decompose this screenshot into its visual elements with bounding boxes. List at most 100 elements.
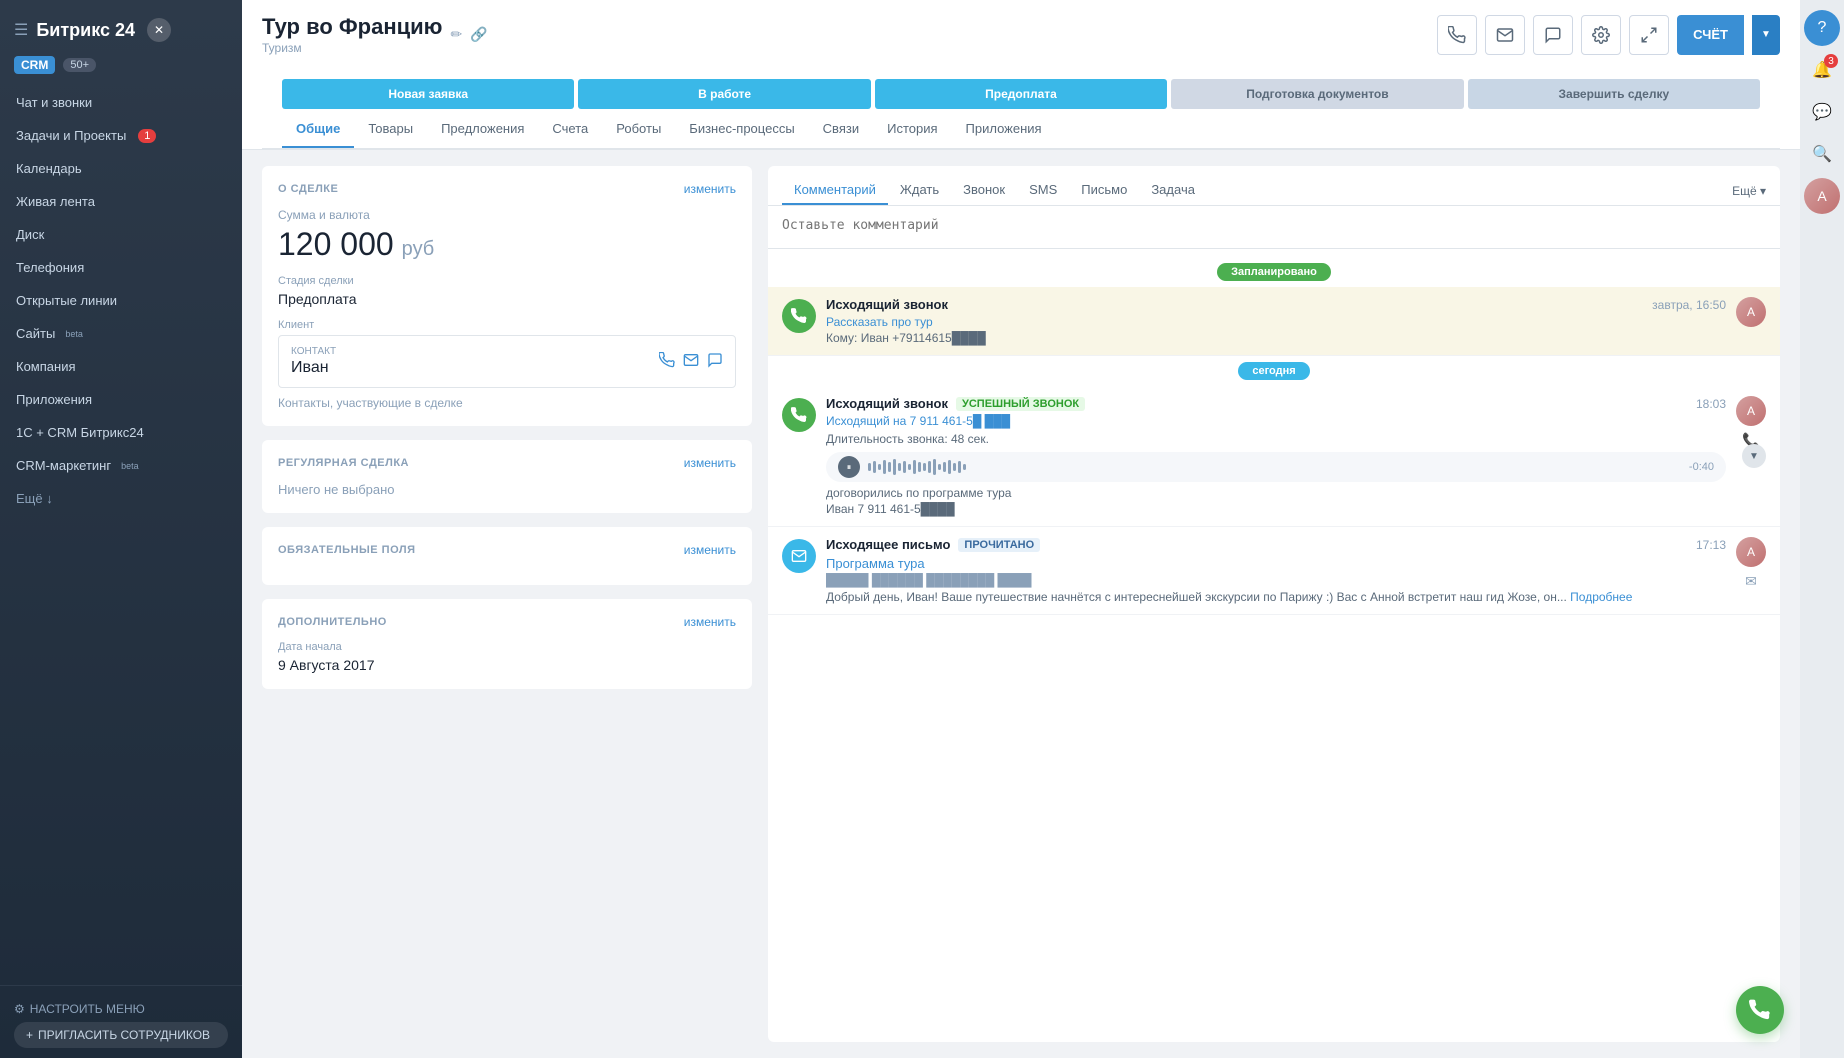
- settings-action-button[interactable]: [1581, 15, 1621, 55]
- rail-search-button[interactable]: 🔍: [1804, 136, 1840, 172]
- search-icon: 🔍: [1812, 144, 1832, 164]
- client-chat-icon[interactable]: [707, 352, 723, 371]
- stage-new[interactable]: Новая заявка: [282, 79, 574, 109]
- tab-products[interactable]: Товары: [354, 111, 427, 148]
- rail-help-button[interactable]: ?: [1804, 10, 1840, 46]
- stage-docs[interactable]: Подготовка документов: [1171, 79, 1463, 109]
- wave-bar: [923, 463, 926, 471]
- wave-bar: [943, 462, 946, 472]
- act-tab-wait[interactable]: Ждать: [888, 176, 951, 205]
- future-call-link[interactable]: Рассказать про тур: [826, 315, 1726, 329]
- question-icon: ?: [1818, 19, 1827, 37]
- additional-edit-link[interactable]: изменить: [684, 615, 736, 629]
- stage-close[interactable]: Завершить сделку: [1468, 79, 1760, 109]
- page-header: Тур во Францию Туризм ✏ 🔗: [242, 0, 1800, 150]
- sidebar-item-1c-crm[interactable]: 1С + CRM Битрикс24: [0, 416, 242, 449]
- chat-label: Чат и звонки: [16, 95, 92, 110]
- client-phone-icon[interactable]: [659, 352, 675, 371]
- stage-label: Стадия сделки: [278, 275, 736, 287]
- chat-action-button[interactable]: [1533, 15, 1573, 55]
- wave-bar: [918, 462, 921, 472]
- email-action-button[interactable]: [1485, 15, 1525, 55]
- right-panel: Комментарий Ждать Звонок SMS Письмо Зада…: [768, 166, 1780, 1042]
- tab-connections[interactable]: Связи: [809, 111, 873, 148]
- sidebar-item-disk[interactable]: Диск: [0, 218, 242, 251]
- act-tab-sms[interactable]: SMS: [1017, 176, 1069, 205]
- activity-tabs: Комментарий Ждать Звонок SMS Письмо Зада…: [768, 166, 1780, 206]
- sidebar-item-chat[interactable]: Чат и звонки: [0, 86, 242, 119]
- future-call-time: завтра, 16:50: [1652, 298, 1726, 312]
- phone-icon: [1448, 26, 1466, 44]
- expand-action-button[interactable]: [1629, 15, 1669, 55]
- schet-arrow-button[interactable]: ▼: [1752, 15, 1780, 55]
- sidebar-item-live-feed[interactable]: Живая лента: [0, 185, 242, 218]
- sidebar-item-open-lines[interactable]: Открытые линии: [0, 284, 242, 317]
- configure-menu-button[interactable]: ⚙ НАСТРОИТЬ МЕНЮ: [14, 996, 228, 1022]
- wave-bar: [913, 460, 916, 474]
- stage-inwork[interactable]: В работе: [578, 79, 870, 109]
- sidebar-item-sites[interactable]: Сайты beta: [0, 317, 242, 350]
- crm-badge[interactable]: CRM: [14, 56, 55, 74]
- wave-bar: [888, 462, 891, 472]
- act-tab-task[interactable]: Задача: [1139, 176, 1207, 205]
- mail-more-link[interactable]: Подробнее: [1570, 590, 1632, 604]
- tab-general[interactable]: Общие: [282, 111, 354, 148]
- outgoing-call-duration: Длительность звонка: 48 сек.: [826, 432, 1726, 446]
- schet-button[interactable]: СЧЁТ: [1677, 15, 1744, 55]
- right-rail: ? 🔔 3 💬 🔍 А: [1800, 0, 1844, 1058]
- user-avatar[interactable]: А: [1804, 178, 1840, 214]
- act-tab-more[interactable]: Ещё ▾: [1732, 184, 1766, 198]
- regular-edit-link[interactable]: изменить: [684, 456, 736, 470]
- sidebar-item-telephony[interactable]: Телефония: [0, 251, 242, 284]
- sidebar-item-company[interactable]: Компания: [0, 350, 242, 383]
- act-tab-call[interactable]: Звонок: [951, 176, 1017, 205]
- green-phone-fab[interactable]: [1736, 986, 1784, 1034]
- wave-bar: [928, 461, 931, 473]
- title-edit-icon[interactable]: ✏: [450, 26, 462, 43]
- client-email-icon[interactable]: [683, 352, 699, 371]
- sidebar-item-apps[interactable]: Приложения: [0, 383, 242, 416]
- tab-invoices[interactable]: Счета: [538, 111, 602, 148]
- mail-action-icon[interactable]: ✉: [1745, 573, 1757, 590]
- contacts-link[interactable]: Контакты, участвующие в сделке: [278, 396, 736, 410]
- amount-label: Сумма и валюта: [278, 208, 736, 222]
- required-edit-link[interactable]: изменить: [684, 543, 736, 557]
- rail-notifications-button[interactable]: 🔔 3: [1804, 52, 1840, 88]
- mail-body-text: Добрый день, Иван! Ваше путешествие начн…: [826, 590, 1567, 604]
- outgoing-mail-icon: [782, 539, 816, 573]
- comment-input[interactable]: [782, 218, 1766, 233]
- act-tab-letter[interactable]: Письмо: [1069, 176, 1139, 205]
- tab-business-processes[interactable]: Бизнес-процессы: [675, 111, 808, 148]
- tab-applications[interactable]: Приложения: [952, 111, 1056, 148]
- tab-history[interactable]: История: [873, 111, 951, 148]
- future-call-item: Исходящий звонок завтра, 16:50 Рассказат…: [768, 287, 1780, 356]
- invite-employees-button[interactable]: + ПРИГЛАСИТЬ СОТРУДНИКОВ: [14, 1022, 228, 1048]
- audio-play-button[interactable]: ⏸: [838, 456, 860, 478]
- outgoing-mail-link[interactable]: Программа тура: [826, 556, 1726, 571]
- future-call-title: Исходящий звонок: [826, 297, 948, 312]
- scroll-button[interactable]: ▼: [1742, 444, 1766, 468]
- deal-edit-link[interactable]: изменить: [684, 182, 736, 196]
- regular-section: РЕГУЛЯРНАЯ СДЕЛКА изменить Ничего не выб…: [262, 440, 752, 513]
- tab-offers[interactable]: Предложения: [427, 111, 538, 148]
- outgoing-mail-title: Исходящее письмо: [826, 537, 950, 552]
- sidebar-item-tasks[interactable]: Задачи и Проекты 1: [0, 119, 242, 152]
- close-sidebar-button[interactable]: ✕: [147, 18, 171, 42]
- stage-prepayment[interactable]: Предоплата: [875, 79, 1167, 109]
- sidebar-item-crm-marketing[interactable]: CRM-маркетинг beta: [0, 449, 242, 482]
- wave-bar: [933, 459, 936, 475]
- rail-chat-button[interactable]: 💬: [1804, 94, 1840, 130]
- sidebar-more-button[interactable]: Ещё ↓: [0, 482, 242, 515]
- title-link-icon[interactable]: 🔗: [470, 26, 487, 43]
- invite-label: ПРИГЛАСИТЬ СОТРУДНИКОВ: [38, 1028, 210, 1042]
- wave-bar: [873, 461, 876, 473]
- comment-area: [768, 206, 1780, 249]
- tab-robots[interactable]: Роботы: [602, 111, 675, 148]
- wave-bar: [898, 463, 901, 471]
- act-tab-comment[interactable]: Комментарий: [782, 176, 888, 205]
- hamburger-icon[interactable]: ☰: [14, 20, 28, 40]
- outgoing-call-avatar-img: А: [1736, 396, 1766, 426]
- deal-section-title: О СДЕЛКЕ: [278, 183, 338, 195]
- sidebar-item-calendar[interactable]: Календарь: [0, 152, 242, 185]
- call-action-button[interactable]: [1437, 15, 1477, 55]
